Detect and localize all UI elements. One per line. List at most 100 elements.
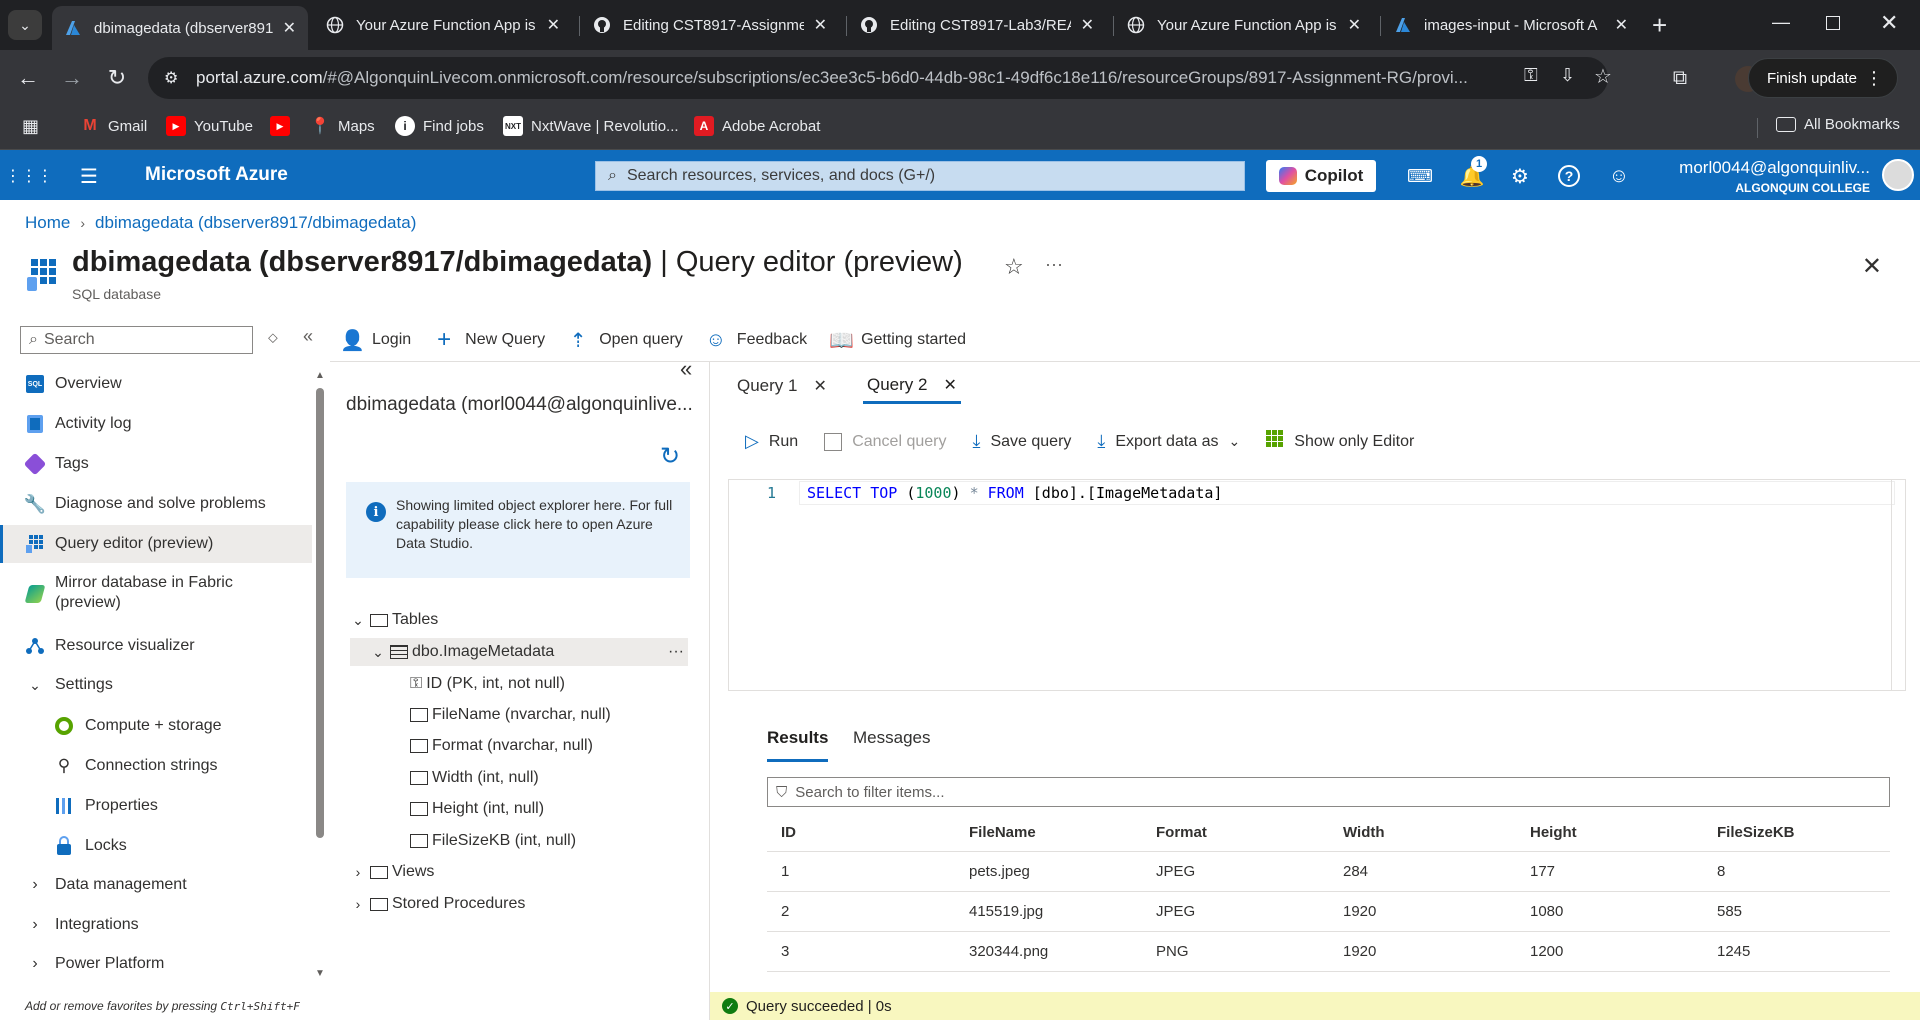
minimize-window-icon[interactable]: —: [1772, 12, 1790, 33]
browser-tab[interactable]: Editing CST8917-Lab3/REA ✕: [848, 6, 1106, 44]
bookmark-nxtwave[interactable]: NXT NxtWave | Revolutio...: [503, 116, 679, 136]
bookmark-find-jobs[interactable]: i Find jobs: [395, 116, 484, 136]
nav-search-input[interactable]: ⌕ Search: [20, 326, 253, 354]
back-arrow-icon[interactable]: ←: [12, 62, 44, 94]
bookmark-maps[interactable]: 📍 Maps: [310, 116, 375, 136]
refresh-icon[interactable]: ↻: [660, 442, 680, 471]
login-button[interactable]: 👤 Login: [340, 328, 411, 353]
tab-query-1[interactable]: Query 1 ✕: [737, 368, 827, 404]
save-query-button[interactable]: ⤓ Save query: [972, 431, 1071, 452]
nav-activity-log[interactable]: Activity log: [0, 405, 312, 443]
install-app-icon[interactable]: ⇩: [1560, 65, 1575, 86]
nav-overview[interactable]: SQL Overview: [0, 365, 312, 403]
portal-grid-icon[interactable]: ⋮⋮⋮: [5, 163, 53, 189]
run-button[interactable]: ▷ Run: [745, 431, 798, 452]
help-icon[interactable]: ?: [1556, 163, 1582, 189]
account-name[interactable]: morl0044@algonquinliv...: [1679, 158, 1870, 178]
site-info-icon[interactable]: ⚙: [164, 68, 178, 88]
feedback-button[interactable]: ☺ Feedback: [705, 329, 807, 352]
sql-editor[interactable]: 1 SELECT TOP (1000) * FROM [dbo].[ImageM…: [728, 479, 1906, 691]
getting-started-button[interactable]: 📖 Getting started: [829, 328, 966, 353]
settings-gear-icon[interactable]: ⚙: [1507, 163, 1533, 189]
breadcrumb-home[interactable]: Home: [25, 213, 70, 233]
avatar[interactable]: [1882, 159, 1914, 191]
table-more-icon[interactable]: ···: [668, 643, 684, 661]
column-header[interactable]: Height: [1516, 815, 1703, 852]
new-query-button[interactable]: + New Query: [433, 326, 545, 354]
nav-connection-strings[interactable]: ⚲ Connection strings: [0, 747, 312, 785]
info-banner[interactable]: i Showing limited object explorer here. F…: [346, 482, 690, 578]
tree-column[interactable]: Height (int, null): [410, 795, 544, 823]
extensions-icon[interactable]: ⧉: [1664, 62, 1696, 94]
tree-column[interactable]: Format (nvarchar, null): [410, 732, 593, 760]
nav-locks[interactable]: Locks: [0, 827, 312, 865]
tree-column[interactable]: FileName (nvarchar, null): [410, 701, 611, 729]
nav-integrations[interactable]: › Integrations: [0, 906, 312, 944]
breadcrumb-database[interactable]: dbimagedata (dbserver8917/dbimagedata): [95, 213, 416, 233]
close-tab-icon[interactable]: ✕: [283, 18, 296, 38]
collapse-explorer-icon[interactable]: «: [680, 356, 692, 382]
browser-tab[interactable]: images-input - Microsoft A ✕: [1382, 6, 1640, 44]
open-query-button[interactable]: ⇡ Open query: [567, 328, 683, 353]
table-row[interactable]: 1 pets.jpeg JPEG 284 177 8: [767, 851, 1890, 892]
browser-tab[interactable]: Editing CST8917-Assignme ✕: [581, 6, 839, 44]
more-actions-icon[interactable]: ···: [1045, 254, 1063, 275]
nav-compute-storage[interactable]: Compute + storage: [0, 707, 312, 745]
nav-scrollbar[interactable]: ▲ ▼: [315, 370, 325, 982]
column-header[interactable]: ID: [767, 815, 955, 852]
close-tab-icon[interactable]: ✕: [1615, 15, 1628, 35]
restore-window-icon[interactable]: [1826, 16, 1840, 30]
tree-stored-procedures[interactable]: › Stored Procedures: [350, 890, 526, 918]
nav-power-platform[interactable]: › Power Platform: [0, 945, 312, 983]
table-row[interactable]: 2 415519.jpg JPEG 1920 1080 585: [767, 891, 1890, 932]
tree-column[interactable]: Width (int, null): [410, 764, 539, 792]
tree-tables[interactable]: ⌄ Tables: [350, 606, 438, 634]
key-icon[interactable]: ⚿: [1524, 65, 1538, 86]
tree-column[interactable]: FileSizeKB (int, null): [410, 827, 576, 855]
browser-tab[interactable]: Your Azure Function App is ✕: [1115, 6, 1373, 44]
browser-tab[interactable]: dbimagedata (dbserver891 ✕: [52, 6, 308, 50]
reload-icon[interactable]: ↻: [101, 62, 133, 94]
column-header[interactable]: Width: [1329, 815, 1516, 852]
close-tab-icon[interactable]: ✕: [1081, 15, 1094, 35]
browser-tab[interactable]: Your Azure Function App is ✕: [314, 6, 572, 44]
bookmark-youtube-2[interactable]: ▶: [270, 116, 290, 136]
bookmark-star-icon[interactable]: ☆: [1594, 64, 1612, 89]
all-bookmarks[interactable]: All Bookmarks: [1776, 116, 1900, 133]
finish-update-button[interactable]: Finish update ⋮: [1747, 58, 1898, 98]
cloud-shell-icon[interactable]: ⌨: [1407, 163, 1433, 189]
close-window-icon[interactable]: ✕: [1880, 10, 1898, 36]
nav-query-editor[interactable]: Query editor (preview): [0, 525, 312, 563]
new-tab-plus-icon[interactable]: +: [1652, 10, 1667, 41]
tab-search-button[interactable]: ⌄: [8, 10, 42, 40]
scroll-thumb[interactable]: [316, 388, 324, 838]
collapse-nav-icon[interactable]: «: [303, 326, 313, 347]
nav-tags[interactable]: Tags: [0, 445, 312, 483]
address-bar[interactable]: ⚙ portal.azure.com/#@AlgonquinLivecom.on…: [148, 57, 1612, 99]
bookmark-gmail[interactable]: M Gmail: [80, 116, 147, 136]
close-tab-icon[interactable]: ✕: [1348, 15, 1361, 35]
editor-scrollbar[interactable]: [1891, 480, 1905, 690]
close-icon[interactable]: ✕: [813, 376, 826, 396]
sql-code[interactable]: SELECT TOP (1000) * FROM [dbo].[ImageMet…: [807, 484, 1222, 502]
feedback-icon[interactable]: ☺: [1606, 163, 1632, 189]
tab-query-2[interactable]: Query 2 ✕: [863, 368, 961, 404]
nav-settings-group[interactable]: ⌄ Settings: [0, 666, 312, 704]
export-data-button[interactable]: ⤓ Export data as ⌄: [1097, 431, 1240, 452]
nav-data-management[interactable]: › Data management: [0, 866, 312, 904]
close-tab-icon[interactable]: ✕: [814, 15, 827, 35]
nav-mirror-fabric[interactable]: Mirror database in Fabric (preview): [0, 568, 312, 620]
tab-results[interactable]: Results: [767, 728, 829, 762]
bookmark-youtube[interactable]: ▶ YouTube: [166, 116, 253, 136]
nav-diagnose[interactable]: 🔧 Diagnose and solve problems: [0, 485, 312, 523]
close-blade-icon[interactable]: ✕: [1862, 252, 1882, 281]
close-tab-icon[interactable]: ✕: [547, 15, 560, 35]
forward-arrow-icon[interactable]: →: [56, 62, 88, 94]
copilot-button[interactable]: Copilot: [1266, 160, 1376, 192]
column-header[interactable]: FileName: [955, 815, 1142, 852]
nav-sort-icon[interactable]: ⬦: [268, 329, 278, 346]
close-icon[interactable]: ✕: [943, 375, 956, 395]
table-row[interactable]: 3 320344.png PNG 1920 1200 1245: [767, 931, 1890, 972]
nav-properties[interactable]: Properties: [0, 787, 312, 825]
tree-column[interactable]: ⚿ ID (PK, int, not null): [410, 670, 565, 698]
